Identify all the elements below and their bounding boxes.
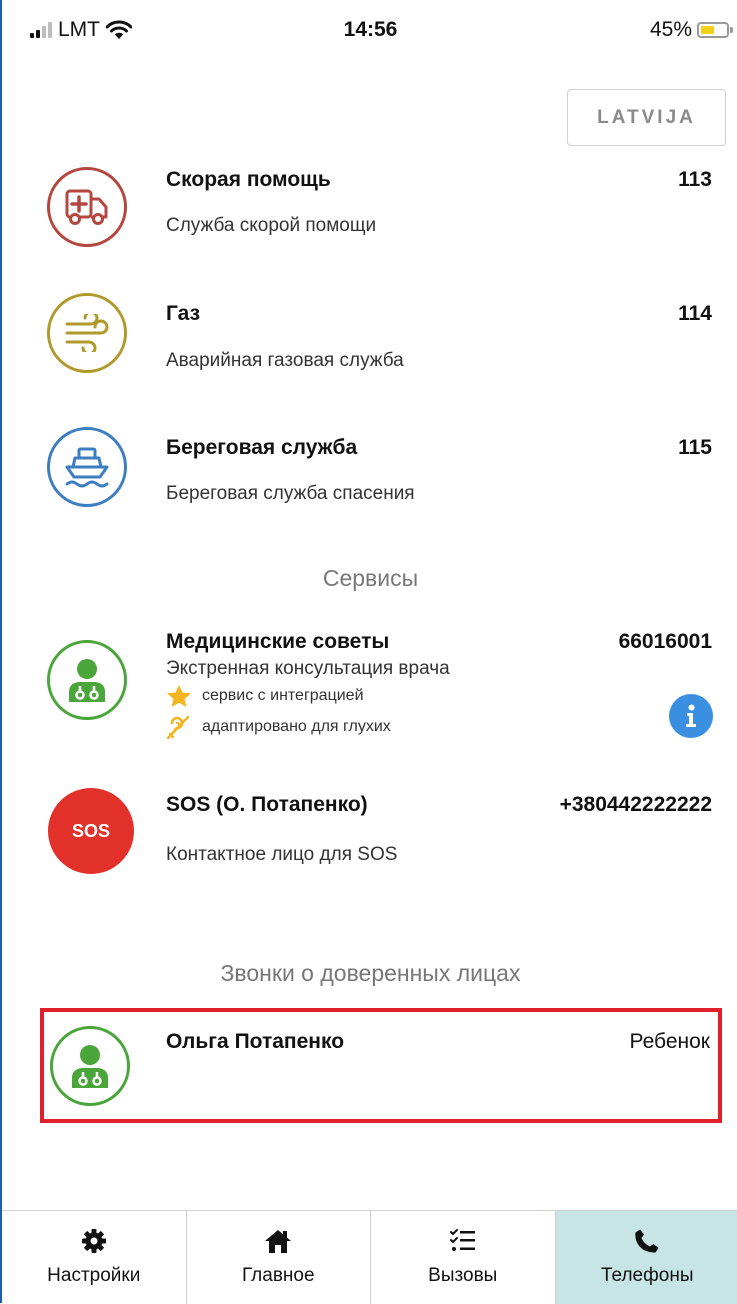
app-frame: LMT 14:56 45% LATVIJA xyxy=(0,0,737,1303)
service-row-medical-advice[interactable]: Медицинские советы 66016001 Экстренная к… xyxy=(2,620,737,760)
status-right: 45% xyxy=(650,18,729,42)
home-icon xyxy=(264,1227,292,1255)
tab-label: Настройки xyxy=(47,1265,140,1287)
ambulance-icon xyxy=(47,167,127,247)
tab-calls[interactable]: Вызовы xyxy=(371,1211,556,1304)
tab-phones[interactable]: Телефоны xyxy=(556,1211,737,1304)
service-description: Береговая служба спасения xyxy=(166,483,415,505)
tab-label: Главное xyxy=(242,1265,315,1287)
service-title: Береговая служба xyxy=(166,436,357,460)
sos-icon: SOS xyxy=(48,788,134,874)
battery-icon xyxy=(697,22,729,38)
doctor-icon xyxy=(47,640,127,720)
battery-percent: 45% xyxy=(650,18,692,42)
service-number[interactable]: 66016001 xyxy=(619,630,712,654)
gas-icon xyxy=(47,293,127,373)
services-section-title: Сервисы xyxy=(2,565,737,592)
contact-relation: Ребенок xyxy=(630,1030,710,1054)
gear-icon xyxy=(81,1227,107,1255)
tab-label: Вызовы xyxy=(428,1265,497,1287)
country-button[interactable]: LATVIJA xyxy=(567,89,726,146)
info-icon xyxy=(685,704,697,728)
phone-icon xyxy=(634,1227,660,1255)
service-title: Газ xyxy=(166,302,200,326)
feature-integration: сервис с интеграцией xyxy=(166,684,364,708)
ship-icon xyxy=(47,427,127,507)
feature-label: сервис с интеграцией xyxy=(202,687,364,705)
tab-settings[interactable]: Настройки xyxy=(2,1211,187,1304)
service-number[interactable]: 114 xyxy=(678,302,712,326)
service-number[interactable]: +380442222222 xyxy=(560,793,712,817)
service-row-ambulance[interactable]: Скорая помощь 113 Служба скорой помощи xyxy=(2,150,737,255)
service-title: Скорая помощь xyxy=(166,168,331,192)
star-icon xyxy=(166,684,192,708)
service-description: Аварийная газовая служба xyxy=(166,350,404,372)
service-description: Служба скорой помощи xyxy=(166,215,376,237)
tab-label: Телефоны xyxy=(601,1265,693,1287)
doctor-icon xyxy=(50,1026,130,1106)
service-description: Контактное лицо для SOS xyxy=(166,844,397,866)
tab-bar: Настройки Главное Вызовы xyxy=(2,1210,737,1304)
service-title: Медицинские советы xyxy=(166,630,389,654)
info-button[interactable] xyxy=(669,694,713,738)
status-time: 14:56 xyxy=(2,18,737,42)
service-row-coast-guard[interactable]: Береговая служба 115 Береговая служба сп… xyxy=(2,420,737,525)
checklist-icon xyxy=(449,1227,477,1255)
trusted-section-title: Звонки о доверенных лицах xyxy=(2,960,737,987)
service-number[interactable]: 113 xyxy=(678,168,712,192)
tab-home[interactable]: Главное xyxy=(187,1211,372,1304)
service-description: Экстренная консультация врача xyxy=(166,658,450,680)
feature-label: адаптировано для глухих xyxy=(202,718,391,736)
contact-name: Ольга Потапенко xyxy=(166,1030,344,1054)
status-bar: LMT 14:56 45% xyxy=(2,0,737,60)
trusted-contact-row[interactable]: Ольга Потапенко xyxy=(2,1012,737,1120)
service-number[interactable]: 115 xyxy=(678,436,712,460)
feature-deaf-adapted: адаптировано для глухих xyxy=(166,714,391,740)
service-row-gas[interactable]: Газ 114 Аварийная газовая служба xyxy=(2,285,737,390)
service-title: SOS (О. Потапенко) xyxy=(166,793,368,817)
deaf-icon xyxy=(166,714,192,740)
